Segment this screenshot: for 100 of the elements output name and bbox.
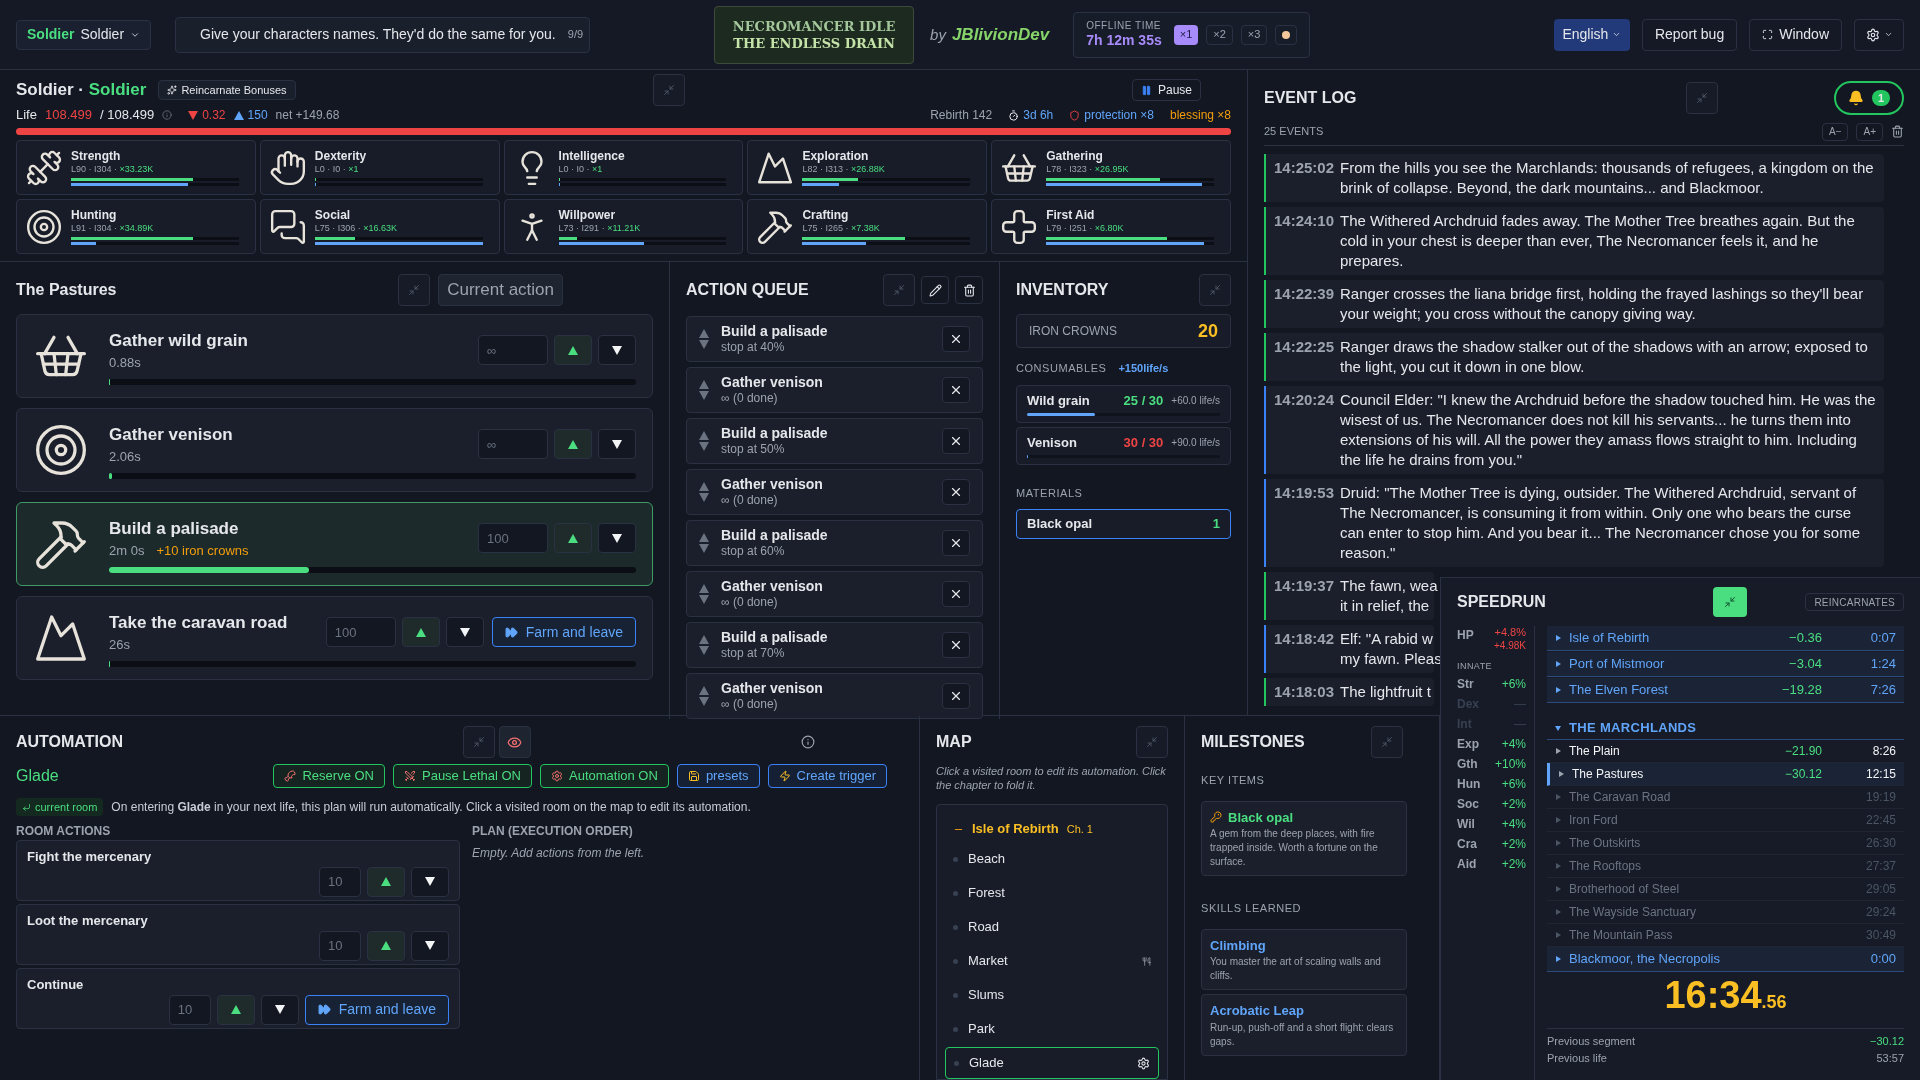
split-chapter-row[interactable]: Port of Mistmoor −3.04 1:24	[1547, 652, 1904, 677]
font-smaller-button[interactable]: A−	[1821, 122, 1849, 141]
split-section-header[interactable]: THE MARCHLANDS	[1547, 716, 1904, 740]
split-chapter-row[interactable]: Isle of Rebirth −0.36 0:07	[1547, 626, 1904, 651]
speed-button[interactable]: ×2	[1206, 24, 1233, 45]
action-icon	[33, 422, 89, 478]
move-up-button[interactable]	[554, 335, 592, 365]
map-room[interactable]: Slums	[945, 979, 1159, 1011]
reincarnate-bonuses-button[interactable]: Reincarnate Bonuses	[158, 80, 296, 100]
move-down-button[interactable]	[411, 930, 449, 961]
remove-button[interactable]	[942, 326, 970, 352]
automation-option-button[interactable]: Reserve ON	[273, 764, 385, 788]
action-card[interactable]: Take the caravan road 26s 100 Farm and leave	[16, 596, 653, 680]
split-row[interactable]: Iron Ford 22:45	[1547, 809, 1904, 832]
queue-item[interactable]: Gather venison ∞ (0 done)	[686, 469, 983, 515]
queue-item[interactable]: Gather venison ∞ (0 done)	[686, 367, 983, 413]
chapter-toggle[interactable]: Isle of Rebirth Ch. 1	[945, 817, 1159, 841]
move-down-button[interactable]	[445, 617, 484, 647]
split-row[interactable]: The Outskirts 26:30	[1547, 832, 1904, 855]
queue-item[interactable]: Build a palisade stop at 50%	[686, 418, 983, 464]
queue-item[interactable]: Gather venison ∞ (0 done)	[686, 571, 983, 617]
count-input[interactable]: 10	[319, 866, 361, 897]
move-up-button[interactable]	[401, 617, 440, 647]
automation-option-button[interactable]: Automation ON	[540, 764, 669, 788]
move-down-button[interactable]	[598, 335, 636, 365]
clear-queue-button[interactable]	[955, 276, 983, 304]
language-selector[interactable]: English	[1553, 18, 1630, 51]
move-down-button[interactable]	[260, 994, 299, 1025]
edit-button[interactable]	[921, 276, 949, 304]
avatar-button[interactable]	[1275, 24, 1298, 45]
settings-button[interactable]	[1854, 18, 1904, 51]
material-row[interactable]: Black opal 1	[1016, 509, 1231, 539]
window-button[interactable]: Window	[1749, 18, 1842, 51]
move-up-button[interactable]	[554, 523, 592, 553]
character-selector[interactable]: Soldier Soldier	[16, 19, 152, 50]
remove-button[interactable]	[942, 428, 970, 454]
remove-button[interactable]	[942, 632, 970, 658]
count-input[interactable]: ∞	[478, 429, 548, 459]
queue-item[interactable]: Build a palisade stop at 60%	[686, 520, 983, 566]
map-room[interactable]: Road	[945, 911, 1159, 943]
split-row[interactable]: The Pastures −30.12 12:15	[1547, 763, 1904, 786]
split-row[interactable]: The Rooftops 27:37	[1547, 855, 1904, 878]
visibility-button[interactable]	[498, 726, 531, 758]
map-room[interactable]: Forest	[945, 877, 1159, 909]
queue-item[interactable]: Gather venison ∞ (0 done)	[686, 673, 983, 719]
report-bug-button[interactable]: Report bug	[1641, 18, 1738, 51]
split-chapter-row[interactable]: The Elven Forest −19.28 7:26	[1547, 678, 1904, 703]
queue-item-name: Build a palisade	[721, 526, 829, 545]
farm-and-leave-button[interactable]: Farm and leave	[304, 994, 449, 1025]
map-room[interactable]: Beach	[945, 843, 1159, 875]
collapse-button[interactable]	[1713, 587, 1748, 617]
trash-icon[interactable]	[1891, 125, 1904, 138]
remove-button[interactable]	[942, 581, 970, 607]
room-action-card[interactable]: Loot the mercenary 10	[16, 904, 460, 965]
count-input[interactable]: 100	[325, 617, 396, 647]
move-up-button[interactable]	[367, 866, 405, 897]
remove-button[interactable]	[942, 683, 970, 709]
split-delta: −3.04	[1789, 655, 1822, 674]
action-card[interactable]: Gather venison 2.06s ∞	[16, 408, 653, 492]
queue-item[interactable]: Build a palisade stop at 70%	[686, 622, 983, 668]
remove-button[interactable]	[942, 530, 970, 556]
split-chapter-row[interactable]: Blackmoor, the Necropolis 0:00	[1547, 947, 1904, 972]
automation-option-button[interactable]: Pause Lethal ON	[393, 764, 532, 788]
speed-button[interactable]: ×1	[1173, 24, 1199, 45]
queue-item[interactable]: Build a palisade stop at 40%	[686, 316, 983, 362]
room-action-card[interactable]: Continue 10 Farm and leave	[16, 968, 460, 1029]
move-up-button[interactable]	[554, 429, 592, 459]
count-input[interactable]: ∞	[478, 335, 548, 365]
action-card[interactable]: Gather wild grain 0.88s ∞	[16, 314, 653, 398]
speed-button[interactable]: ×3	[1240, 24, 1268, 45]
automation-option-button[interactable]: presets	[676, 764, 760, 788]
action-duration: 26s	[109, 636, 130, 654]
move-up-button[interactable]	[367, 930, 405, 961]
reincarnates-button[interactable]: REINCARNATES	[1805, 593, 1904, 611]
remove-button[interactable]	[942, 377, 970, 403]
pause-button[interactable]: Pause	[1131, 79, 1201, 101]
move-up-button[interactable]	[216, 994, 255, 1025]
move-down-button[interactable]	[598, 523, 636, 553]
split-row[interactable]: The Wayside Sanctuary 29:24	[1547, 901, 1904, 924]
count-input[interactable]: 10	[319, 930, 361, 961]
count-input[interactable]: 100	[478, 523, 548, 553]
font-larger-button[interactable]: A+	[1856, 122, 1883, 141]
move-down-button[interactable]	[598, 429, 636, 459]
count-input[interactable]: 10	[168, 994, 211, 1025]
split-row[interactable]: Brotherhood of Steel 29:05	[1547, 878, 1904, 901]
action-card[interactable]: Build a palisade 2m 0s +10 iron crowns 100	[16, 502, 653, 586]
map-room[interactable]: Market	[945, 945, 1159, 977]
room-action-card[interactable]: Fight the mercenary 10	[16, 840, 460, 901]
map-room[interactable]: Glade	[945, 1047, 1159, 1079]
consumable-row[interactable]: Wild grain 25 / 30 +60.0 life/s	[1016, 384, 1231, 423]
map-room[interactable]: Park	[945, 1013, 1159, 1045]
split-row[interactable]: The Caravan Road 19:19	[1547, 786, 1904, 809]
skill-learned-description: Run-up, push-off and a short flight: clears gaps.	[1210, 1020, 1395, 1049]
skill-name: Willpower	[558, 208, 617, 224]
farm-and-leave-button[interactable]: Farm and leave	[491, 617, 636, 647]
remove-button[interactable]	[942, 479, 970, 505]
move-down-button[interactable]	[411, 866, 449, 897]
split-time: 12:15	[1864, 766, 1896, 783]
consumable-row[interactable]: Venison 30 / 30 +90.0 life/s	[1016, 426, 1231, 465]
automation-option-button[interactable]: Create trigger	[767, 764, 887, 788]
